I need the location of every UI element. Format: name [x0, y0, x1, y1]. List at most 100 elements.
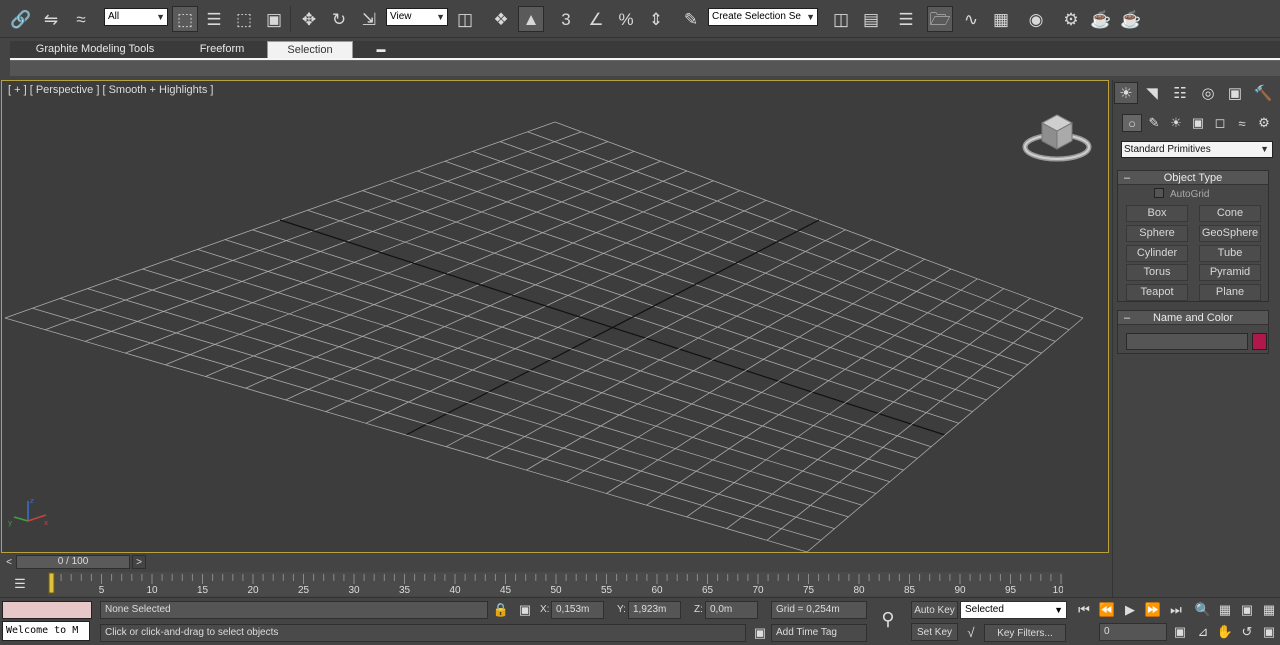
tab-graphite-modeling-tools[interactable]: Graphite Modeling Tools — [24, 41, 166, 58]
zoom-all-icon[interactable]: ▦ — [1216, 601, 1234, 619]
key-filters-button[interactable]: Key Filters... — [984, 624, 1066, 642]
current-frame-marker[interactable] — [48, 572, 55, 594]
lights-icon[interactable]: ☀ — [1166, 114, 1186, 132]
pan-view-icon[interactable]: ✋ — [1216, 623, 1234, 641]
geometry-icon[interactable]: ○ — [1122, 114, 1142, 132]
create-icon[interactable]: ☀ — [1114, 82, 1138, 104]
shapes-icon[interactable]: ✎ — [1144, 114, 1164, 132]
selection-filter-dropdown[interactable]: All ▼ — [104, 8, 168, 26]
autogrid-toggle[interactable]: AutoGrid — [1154, 188, 1209, 201]
autogrid-checkbox[interactable] — [1154, 188, 1164, 198]
absolute-mode-transform-icon[interactable]: ▣ — [516, 601, 534, 619]
snaps-toggle-icon[interactable]: 3 — [553, 6, 579, 32]
play-icon[interactable]: ▶ — [1121, 601, 1139, 619]
spinner-snap-icon[interactable]: ⇕ — [643, 6, 669, 32]
reference-coordinate-dropdown[interactable]: View ▼ — [386, 8, 448, 26]
angle-snap-icon[interactable]: ∠ — [583, 6, 609, 32]
render-production-icon[interactable]: ☕ — [1118, 6, 1144, 32]
named-selection-sets-dropdown[interactable]: Create Selection Se ▼ — [708, 8, 818, 26]
pyramid-button[interactable]: Pyramid — [1199, 264, 1261, 281]
cameras-icon[interactable]: ▣ — [1188, 114, 1208, 132]
plane-button[interactable]: Plane — [1199, 284, 1261, 301]
auto-key-button[interactable]: Auto Key — [911, 601, 958, 619]
rectangular-selection-region-icon[interactable]: ⬚ — [231, 6, 257, 32]
select-and-rotate-icon[interactable]: ↻ — [326, 6, 352, 32]
select-and-scale-icon[interactable]: ⇲ — [356, 6, 382, 32]
time-slider-next-button[interactable]: > — [132, 555, 146, 569]
previous-frame-icon[interactable]: ⏪ — [1098, 601, 1116, 619]
lock-icon[interactable]: 🔒 — [492, 601, 510, 619]
x-coordinate-field[interactable]: 0,153m — [551, 601, 604, 619]
time-slider-prev-button[interactable]: < — [3, 556, 15, 570]
bind-to-spacewarp-icon[interactable]: ≈ — [68, 6, 94, 32]
current-frame-field[interactable]: 0 — [1099, 623, 1167, 641]
orbit-icon[interactable]: ↺ — [1238, 623, 1256, 641]
key-mode-toggle-icon[interactable]: ▣ — [1171, 623, 1189, 641]
modify-icon[interactable]: ◥ — [1140, 82, 1164, 104]
ribbon-options-icon[interactable]: ▬ — [372, 41, 390, 58]
go-to-start-icon[interactable]: ⏮ — [1075, 601, 1093, 619]
y-coordinate-field[interactable]: 1,923m — [628, 601, 681, 619]
select-and-move-icon[interactable]: ✥ — [296, 6, 322, 32]
select-and-link-icon[interactable]: 🔗 — [8, 6, 34, 32]
align-icon[interactable]: ▤ — [858, 6, 884, 32]
set-key-icon[interactable]: ⚲ — [874, 610, 902, 628]
spacewarps-icon[interactable]: ≈ — [1232, 114, 1252, 132]
tab-freeform[interactable]: Freeform — [182, 41, 262, 58]
systems-icon[interactable]: ⚙ — [1254, 114, 1274, 132]
motion-icon[interactable]: ◎ — [1196, 82, 1220, 104]
track-bar[interactable]: ☰ 5 10 15 20 25 30 35 40 45 50 55 60 65 70 75 80 85 90 95 1… — [0, 572, 1110, 596]
go-to-end-icon[interactable]: ⏭ — [1167, 601, 1185, 619]
maxscript-mini-listener[interactable]: Welcome to M — [2, 621, 90, 641]
track-ruler[interactable]: 5 10 15 20 25 30 35 40 45 50 55 60 65 70 75 80 85 90 95 100 — [48, 572, 1063, 596]
maxscript-listener-pink[interactable] — [2, 601, 92, 619]
edit-named-selection-icon[interactable]: ✎ — [678, 6, 704, 32]
zoom-icon[interactable]: 🔍 — [1194, 601, 1212, 619]
maximize-viewport-icon[interactable]: ▣ — [1260, 623, 1278, 641]
select-object-icon[interactable]: ⬚ — [172, 6, 198, 32]
time-slider-thumb[interactable]: 0 / 100 — [16, 555, 130, 569]
next-frame-icon[interactable]: ⏩ — [1144, 601, 1162, 619]
keyboard-shortcut-override-icon[interactable]: ▲ — [518, 6, 544, 32]
tab-selection[interactable]: Selection — [267, 41, 353, 58]
cone-button[interactable]: Cone — [1199, 205, 1261, 222]
perspective-viewport[interactable]: [ + ] [ Perspective ] [ Smooth + Highlig… — [1, 80, 1109, 553]
cylinder-button[interactable]: Cylinder — [1126, 245, 1188, 262]
unlink-selection-icon[interactable]: ⇋ — [38, 6, 64, 32]
rendered-frame-window-icon[interactable]: ☕ — [1088, 6, 1114, 32]
helpers-icon[interactable]: ◻ — [1210, 114, 1230, 132]
object-color-swatch[interactable] — [1252, 333, 1267, 350]
display-icon[interactable]: ▣ — [1223, 82, 1247, 104]
select-manipulate-icon[interactable]: ❖ — [488, 6, 514, 32]
default-in-out-tangents-icon[interactable]: √ — [962, 624, 980, 642]
box-button[interactable]: Box — [1126, 205, 1188, 222]
object-name-field[interactable] — [1126, 333, 1248, 350]
mini-curve-editor-icon[interactable]: ☰ — [10, 576, 30, 592]
sphere-button[interactable]: Sphere — [1126, 225, 1188, 242]
graphite-ribbon-toggle-icon[interactable]: 🗁 — [927, 6, 953, 32]
set-key-button[interactable]: Set Key — [911, 623, 958, 641]
tube-button[interactable]: Tube — [1199, 245, 1261, 262]
pivot-center-icon[interactable]: ◫ — [452, 6, 478, 32]
z-coordinate-field[interactable]: 0,0m — [705, 601, 758, 619]
viewport-label[interactable]: [ + ] [ Perspective ] [ Smooth + Highlig… — [8, 84, 213, 96]
time-tag-icon[interactable]: ▣ — [751, 624, 769, 642]
select-by-name-icon[interactable]: ☰ — [201, 6, 227, 32]
layer-manager-icon[interactable]: ☰ — [893, 6, 919, 32]
utilities-icon[interactable]: 🔨 — [1251, 82, 1275, 104]
percent-snap-icon[interactable]: % — [613, 6, 639, 32]
add-time-tag-field[interactable]: Add Time Tag — [771, 624, 867, 642]
zoom-extents-all-icon[interactable]: ▦ — [1260, 601, 1278, 619]
category-dropdown[interactable]: Standard Primitives ▼ — [1121, 141, 1273, 158]
zoom-extents-icon[interactable]: ▣ — [1238, 601, 1256, 619]
field-of-view-icon[interactable]: ⊿ — [1194, 623, 1212, 641]
hierarchy-icon[interactable]: ☷ — [1168, 82, 1192, 104]
mirror-icon[interactable]: ◫ — [828, 6, 854, 32]
viewcube-icon[interactable] — [1022, 107, 1092, 169]
name-and-color-header[interactable]: – Name and Color — [1118, 311, 1268, 325]
material-editor-icon[interactable]: ◉ — [1023, 6, 1049, 32]
geosphere-button[interactable]: GeoSphere — [1199, 225, 1261, 242]
window-crossing-icon[interactable]: ▣ — [261, 6, 287, 32]
torus-button[interactable]: Torus — [1126, 264, 1188, 281]
render-setup-icon[interactable]: ⚙ — [1058, 6, 1084, 32]
